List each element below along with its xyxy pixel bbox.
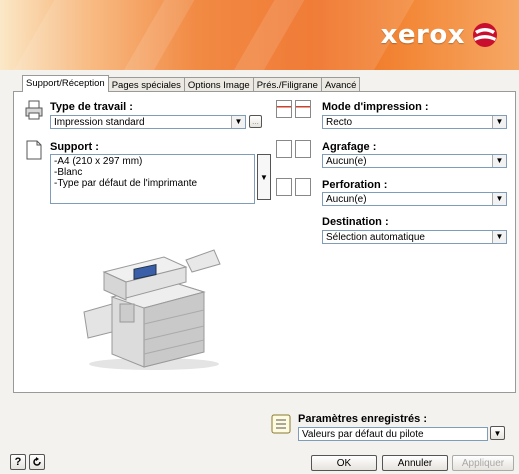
stapling-select[interactable]: Aucun(e) ▼ xyxy=(322,154,507,168)
saved-settings-select[interactable]: Valeurs par défaut du pilote xyxy=(298,427,488,441)
saved-settings-value: Valeurs par défaut du pilote xyxy=(302,429,424,440)
tab-options-image[interactable]: Options Image xyxy=(183,77,254,92)
saved-settings-menu-button[interactable]: ▼ xyxy=(490,426,505,440)
job-type-value: Impression standard xyxy=(54,117,145,128)
chevron-down-icon[interactable]: ▼ xyxy=(492,155,506,167)
xerox-logo: xerox xyxy=(381,20,499,50)
ok-button[interactable]: OK xyxy=(311,455,377,471)
print-mode-icon-right xyxy=(295,100,311,118)
print-mode-label: Mode d'impression : xyxy=(322,101,429,113)
punching-value: Aucun(e) xyxy=(326,194,367,205)
job-type-label: Type de travail : xyxy=(50,101,133,113)
paper-line: -A4 (210 x 297 mm) xyxy=(54,156,143,167)
dialog-footer: Paramètres enregistrés : Valeurs par déf… xyxy=(0,392,519,474)
support-reception-panel: Type de travail : Impression standard ▼ … xyxy=(13,91,516,393)
printer-job-icon xyxy=(25,100,43,120)
saved-settings-icon xyxy=(271,414,291,434)
paper-summary-box[interactable]: -A4 (210 x 297 mm) -Blanc -Type par défa… xyxy=(50,154,255,204)
paper-sheet-icon xyxy=(26,140,42,160)
job-type-more-button[interactable]: ... xyxy=(249,115,262,128)
stapling-icon-left xyxy=(276,140,292,158)
cancel-button[interactable]: Annuler xyxy=(382,455,448,471)
paper-line: -Blanc xyxy=(54,167,83,178)
tab-pres-filigrane[interactable]: Prés./Filigrane xyxy=(252,77,322,92)
destination-value: Sélection automatique xyxy=(326,232,425,243)
paper-line: -Type par défaut de l'imprimante xyxy=(54,178,198,189)
help-button[interactable]: ? xyxy=(10,454,26,470)
paper-label: Support : xyxy=(50,141,99,153)
tab-support-reception[interactable]: Support/Réception xyxy=(22,75,109,92)
paper-menu-button[interactable]: ▼ xyxy=(257,154,271,200)
destination-select[interactable]: Sélection automatique ▼ xyxy=(322,230,507,244)
punching-label: Perforation : xyxy=(322,179,388,191)
apply-button[interactable]: Appliquer xyxy=(452,455,514,471)
saved-settings-label: Paramètres enregistrés : xyxy=(298,413,428,425)
punching-icon-left xyxy=(276,178,292,196)
tab-strip: Support/Réception Pages spéciales Option… xyxy=(22,75,361,92)
print-mode-value: Recto xyxy=(326,117,353,128)
chevron-down-icon[interactable]: ▼ xyxy=(231,116,245,128)
stapling-label: Agrafage : xyxy=(322,141,377,153)
stapling-icon-right xyxy=(295,140,311,158)
punching-icon-right xyxy=(295,178,311,196)
destination-label: Destination : xyxy=(322,216,389,228)
punching-select[interactable]: Aucun(e) ▼ xyxy=(322,192,507,206)
restore-icon xyxy=(33,457,41,466)
stapling-value: Aucun(e) xyxy=(326,156,367,167)
restore-defaults-button[interactable] xyxy=(29,454,45,470)
chevron-down-icon[interactable]: ▼ xyxy=(492,116,506,128)
tab-avance[interactable]: Avancé xyxy=(320,77,361,92)
xerox-sphere-icon xyxy=(473,23,497,47)
logo-text: xerox xyxy=(380,20,465,50)
printer-illustration xyxy=(83,249,221,370)
tab-pages-speciales[interactable]: Pages spéciales xyxy=(107,77,185,92)
job-type-select[interactable]: Impression standard ▼ xyxy=(50,115,246,129)
xerox-banner: xerox xyxy=(0,0,519,70)
print-mode-select[interactable]: Recto ▼ xyxy=(322,115,507,129)
chevron-down-icon[interactable]: ▼ xyxy=(492,231,506,243)
print-mode-icon-left xyxy=(276,100,292,118)
chevron-down-icon[interactable]: ▼ xyxy=(492,193,506,205)
